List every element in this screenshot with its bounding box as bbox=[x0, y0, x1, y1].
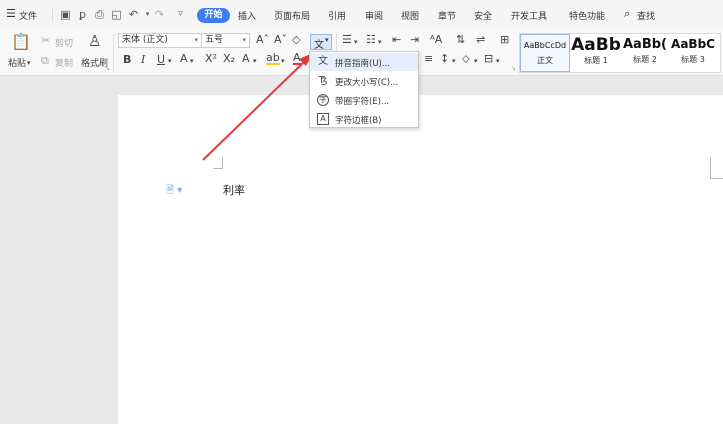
menu-item-label: 拼音指南(U)... bbox=[335, 59, 390, 69]
menu-item-pinyin-guide[interactable]: 文 拼音指南(U)... bbox=[310, 53, 418, 71]
menu-item-label: 字符边框(B) bbox=[335, 116, 382, 126]
menu-item-character-border[interactable]: A 字符边框(B) bbox=[310, 110, 418, 128]
menu-item-label: 更改大小写(C)... bbox=[335, 78, 399, 88]
change-case-icon: Ꜩ bbox=[318, 75, 328, 86]
arrow-line bbox=[202, 59, 307, 161]
pinyin-icon: 文 bbox=[318, 56, 328, 67]
enclosed-char-icon: 字 bbox=[317, 94, 329, 106]
menu-item-enclosed-characters[interactable]: 字 带圈字符(E)... bbox=[310, 91, 418, 109]
char-border-icon: A bbox=[317, 113, 329, 125]
menu-item-label: 带圈字符(E)... bbox=[335, 97, 390, 107]
character-options-menu: 文 拼音指南(U)... Ꜩ 更改大小写(C)... 字 带圈字符(E)... … bbox=[309, 51, 419, 128]
menu-item-change-case[interactable]: Ꜩ 更改大小写(C)... bbox=[310, 72, 418, 90]
